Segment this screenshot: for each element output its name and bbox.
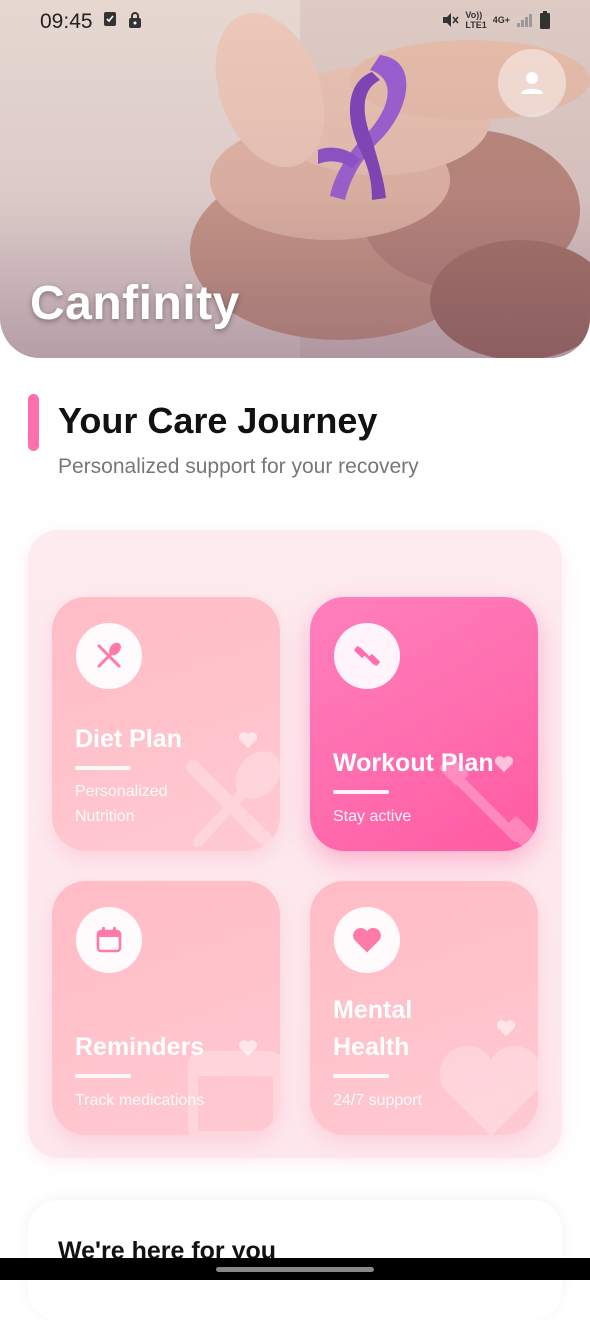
section-title: Your Care Journey [58,400,378,441]
dumbbell-icon [354,646,380,666]
mental-health-icon-circle [334,907,400,973]
hero-banner: 09:45 Vo)) LTE1 4G+ Canfinity [0,0,590,358]
care-cards-panel: Diet Plan Personalized Nutrition Workout… [28,530,562,1158]
status-bar: 09:45 Vo)) LTE1 4G+ [0,0,590,44]
status-right-icons: Vo)) LTE1 4G+ [441,10,550,30]
app-title: Canfinity [30,277,240,330]
heart-favorite-icon[interactable] [238,1039,258,1057]
lock-icon [129,12,141,28]
workout-plan-title: Workout Plan [333,749,494,777]
workout-plan-card[interactable]: Workout Plan Stay active [310,597,538,851]
workout-plan-icon-circle [334,623,400,689]
mental-health-title-line2: Health [333,1033,410,1061]
mental-health-title-line1: Mental [333,996,413,1024]
section-subtitle: Personalized support for your recovery [58,455,419,478]
reminders-title: Reminders [75,1033,205,1061]
reminders-card[interactable]: Reminders Track medications [52,881,280,1135]
heart-favorite-icon[interactable] [494,755,514,773]
mental-health-desc: 24/7 support [333,1092,422,1109]
lte-text: LTE1 [465,20,487,30]
status-time: 09:45 [40,10,93,33]
heart-icon [353,927,381,953]
diet-plan-icon-circle [76,623,142,689]
calendar-icon [96,927,122,953]
home-gesture-handle[interactable] [216,1267,374,1272]
4g-icon: 4G+ [492,15,510,25]
fork-spoon-watermark-icon [186,751,280,849]
reminders-desc: Track medications [75,1092,205,1109]
mental-health-card[interactable]: Mental Health 24/7 support [310,881,538,1135]
diet-plan-divider [75,766,131,770]
heart-favorite-icon[interactable] [238,731,258,749]
reminders-divider [75,1074,131,1078]
diet-plan-title: Diet Plan [75,725,182,753]
reminders-icon-circle [76,907,142,973]
heart-favorite-icon[interactable] [496,1019,516,1037]
mute-icon [443,13,460,27]
person-icon [521,72,543,94]
workout-plan-desc: Stay active [333,808,412,825]
signal-icon [517,14,532,27]
volte-icon: Vo)) LTE1 [465,10,486,30]
mental-health-divider [333,1074,389,1078]
workout-plan-divider [333,790,389,794]
fork-spoon-icon [97,642,121,668]
profile-button[interactable] [498,49,566,117]
volte-text: Vo)) [465,10,483,20]
battery-icon [540,11,550,29]
diet-plan-desc-line2: Nutrition [75,808,135,825]
heart-watermark-icon [439,1046,538,1135]
section-accent-bar [28,394,39,451]
diet-plan-desc-line1: Personalized [75,783,168,800]
diet-plan-card[interactable]: Diet Plan Personalized Nutrition [52,597,280,851]
checkbox-icon [104,12,116,26]
